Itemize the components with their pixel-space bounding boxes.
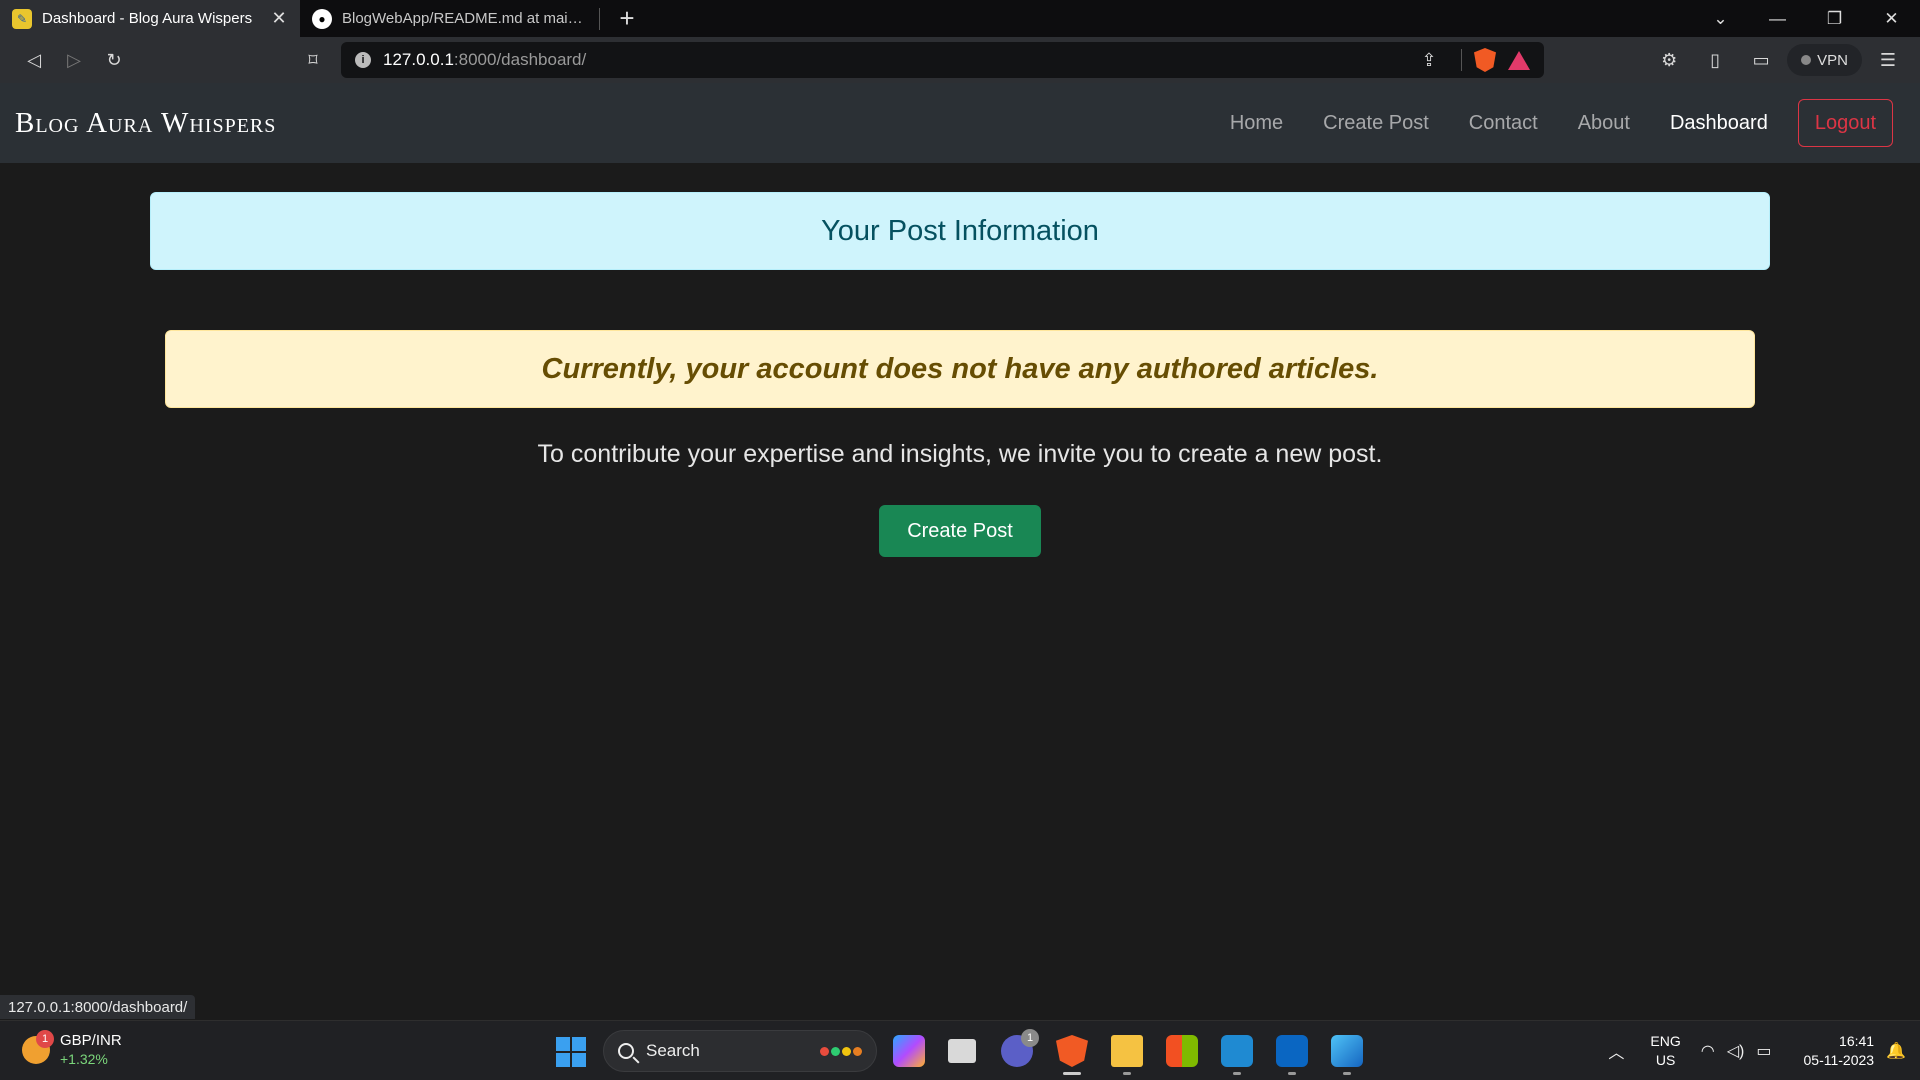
copilot-icon[interactable] [893, 1035, 925, 1067]
create-post-button[interactable]: Create Post [879, 505, 1041, 557]
clock-date: 05-11-2023 [1803, 1052, 1875, 1068]
app-indicator [1233, 1072, 1241, 1075]
battery-icon[interactable]: ▭ [1756, 1041, 1771, 1061]
clock[interactable]: 16:41 05-11-2023 [1804, 1032, 1875, 1070]
window-controls: ⌄ — ❐ ✕ [1692, 0, 1920, 37]
forward-icon[interactable]: ▷ [54, 44, 94, 76]
chat-icon[interactable]: 1 [1001, 1029, 1039, 1067]
vpn-label: VPN [1817, 51, 1848, 69]
nav-home[interactable]: Home [1210, 112, 1303, 135]
app-indicator [1288, 1072, 1296, 1075]
github-icon: ● [312, 8, 332, 29]
new-tab-plus-icon[interactable]: + [600, 0, 654, 37]
search-highlight-icon [820, 1046, 862, 1056]
ticker-change: +1.32% [60, 1051, 108, 1067]
minimize-icon[interactable]: — [1749, 0, 1806, 37]
brave-shields-icon[interactable] [1474, 48, 1496, 72]
weather-widget-icon: 1 [22, 1030, 54, 1064]
extensions-icon[interactable]: ⚙ [1649, 44, 1689, 76]
ticker-badge: 1 [36, 1030, 54, 1048]
menu-icon[interactable]: ☰ [1868, 44, 1908, 76]
tab-dashboard[interactable]: ✎ Dashboard - Blog Aura Wispers ✕ [0, 0, 300, 37]
wallet-icon[interactable]: ▭ [1741, 44, 1781, 76]
stock-ticker-widget[interactable]: 1 GBP/INR +1.32% [22, 1030, 122, 1069]
microsoft-store-icon[interactable] [1166, 1035, 1198, 1067]
search-icon [618, 1043, 634, 1059]
site-info-icon[interactable]: i [355, 52, 371, 68]
nav-links: Home Create Post Contact About Dashboard… [1210, 99, 1905, 147]
site-brand[interactable]: Blog Aura Whispers [15, 107, 276, 140]
browser-tab-strip: ✎ Dashboard - Blog Aura Wispers ✕ ● Blog… [0, 0, 1920, 37]
logout-button[interactable]: Logout [1797, 99, 1893, 147]
clock-time: 16:41 [1839, 1033, 1875, 1049]
post-info-banner: Your Post Information [150, 192, 1770, 270]
taskbar-search[interactable]: Search [603, 1030, 877, 1072]
windows-taskbar: 1 GBP/INR +1.32% Search 1 ︿ ENG US ◠ ◁) … [0, 1020, 1920, 1080]
brave-browser-icon[interactable] [1056, 1035, 1088, 1067]
photos-icon[interactable] [1331, 1035, 1363, 1067]
file-explorer-icon[interactable] [1111, 1035, 1143, 1067]
divider [1461, 49, 1462, 71]
lang-code: ENG [1650, 1033, 1681, 1049]
tab-title: BlogWebApp/README.md at main · A [342, 10, 588, 27]
app-indicator [1343, 1072, 1351, 1075]
brave-rewards-icon[interactable] [1508, 50, 1530, 70]
back-icon[interactable]: ◁ [14, 44, 54, 76]
tab-github-readme[interactable]: ● BlogWebApp/README.md at main · A [300, 0, 600, 37]
wifi-icon[interactable]: ◠ [1701, 1041, 1715, 1061]
nav-create-post[interactable]: Create Post [1303, 112, 1449, 135]
windows-start-icon[interactable] [556, 1037, 586, 1067]
no-articles-message: Currently, your account does not have an… [541, 352, 1379, 385]
reload-icon[interactable]: ↻ [94, 44, 134, 76]
invite-text: To contribute your expertise and insight… [537, 440, 1383, 468]
app-indicator [1123, 1072, 1131, 1075]
address-bar[interactable]: i 127.0.0.1 :8000/dashboard/ ⇪ [341, 42, 1544, 78]
status-url-tooltip: 127.0.0.1:8000/dashboard/ [0, 995, 196, 1019]
share-icon[interactable]: ⇪ [1409, 44, 1449, 76]
vpn-status-dot-icon [1801, 55, 1812, 65]
vscode-icon[interactable] [1221, 1035, 1253, 1067]
vpn-button[interactable]: VPN [1787, 44, 1862, 76]
show-hidden-icons-chevron-icon[interactable]: ︿ [1608, 1039, 1624, 1063]
linkedin-icon[interactable] [1276, 1035, 1308, 1067]
nav-dashboard[interactable]: Dashboard [1650, 112, 1788, 135]
nav-contact[interactable]: Contact [1449, 112, 1558, 135]
chat-badge: 1 [1021, 1029, 1039, 1047]
task-view-icon[interactable] [948, 1039, 976, 1063]
page-title: Your Post Information [821, 214, 1099, 247]
sidebar-icon[interactable]: ▯ [1695, 44, 1735, 76]
lang-region: US [1655, 1052, 1676, 1068]
notification-bell-icon[interactable]: 🔔 [1886, 1041, 1906, 1061]
url-path: :8000/dashboard/ [453, 50, 587, 69]
restore-icon[interactable]: ❐ [1806, 0, 1863, 37]
search-label: Search [646, 1041, 700, 1060]
no-articles-alert: Currently, your account does not have an… [165, 330, 1755, 408]
tab-title: Dashboard - Blog Aura Wispers [42, 10, 253, 27]
volume-icon[interactable]: ◁) [1727, 1041, 1745, 1061]
language-indicator[interactable]: ENG US [1650, 1032, 1680, 1070]
blog-favicon-icon: ✎ [12, 8, 32, 29]
browser-toolbar: ◁ ▷ ↻ ⌑ i 127.0.0.1 :8000/dashboard/ ⇪ ⚙… [0, 37, 1920, 83]
active-app-indicator [1063, 1072, 1081, 1075]
tab-search-chevron-icon[interactable]: ⌄ [1692, 0, 1749, 37]
site-navbar: Blog Aura Whispers Home Create Post Cont… [0, 83, 1920, 163]
close-window-icon[interactable]: ✕ [1863, 0, 1920, 37]
url-host: 127.0.0.1 [383, 50, 454, 69]
ticker-name: GBP/INR [60, 1032, 122, 1049]
system-tray: ︿ ENG US ◠ ◁) ▭ 16:41 05-11-2023 🔔 [1608, 1021, 1920, 1080]
bookmark-icon[interactable]: ⌑ [293, 44, 333, 76]
nav-about[interactable]: About [1558, 112, 1650, 135]
tab-close-icon[interactable]: ✕ [270, 8, 288, 29]
